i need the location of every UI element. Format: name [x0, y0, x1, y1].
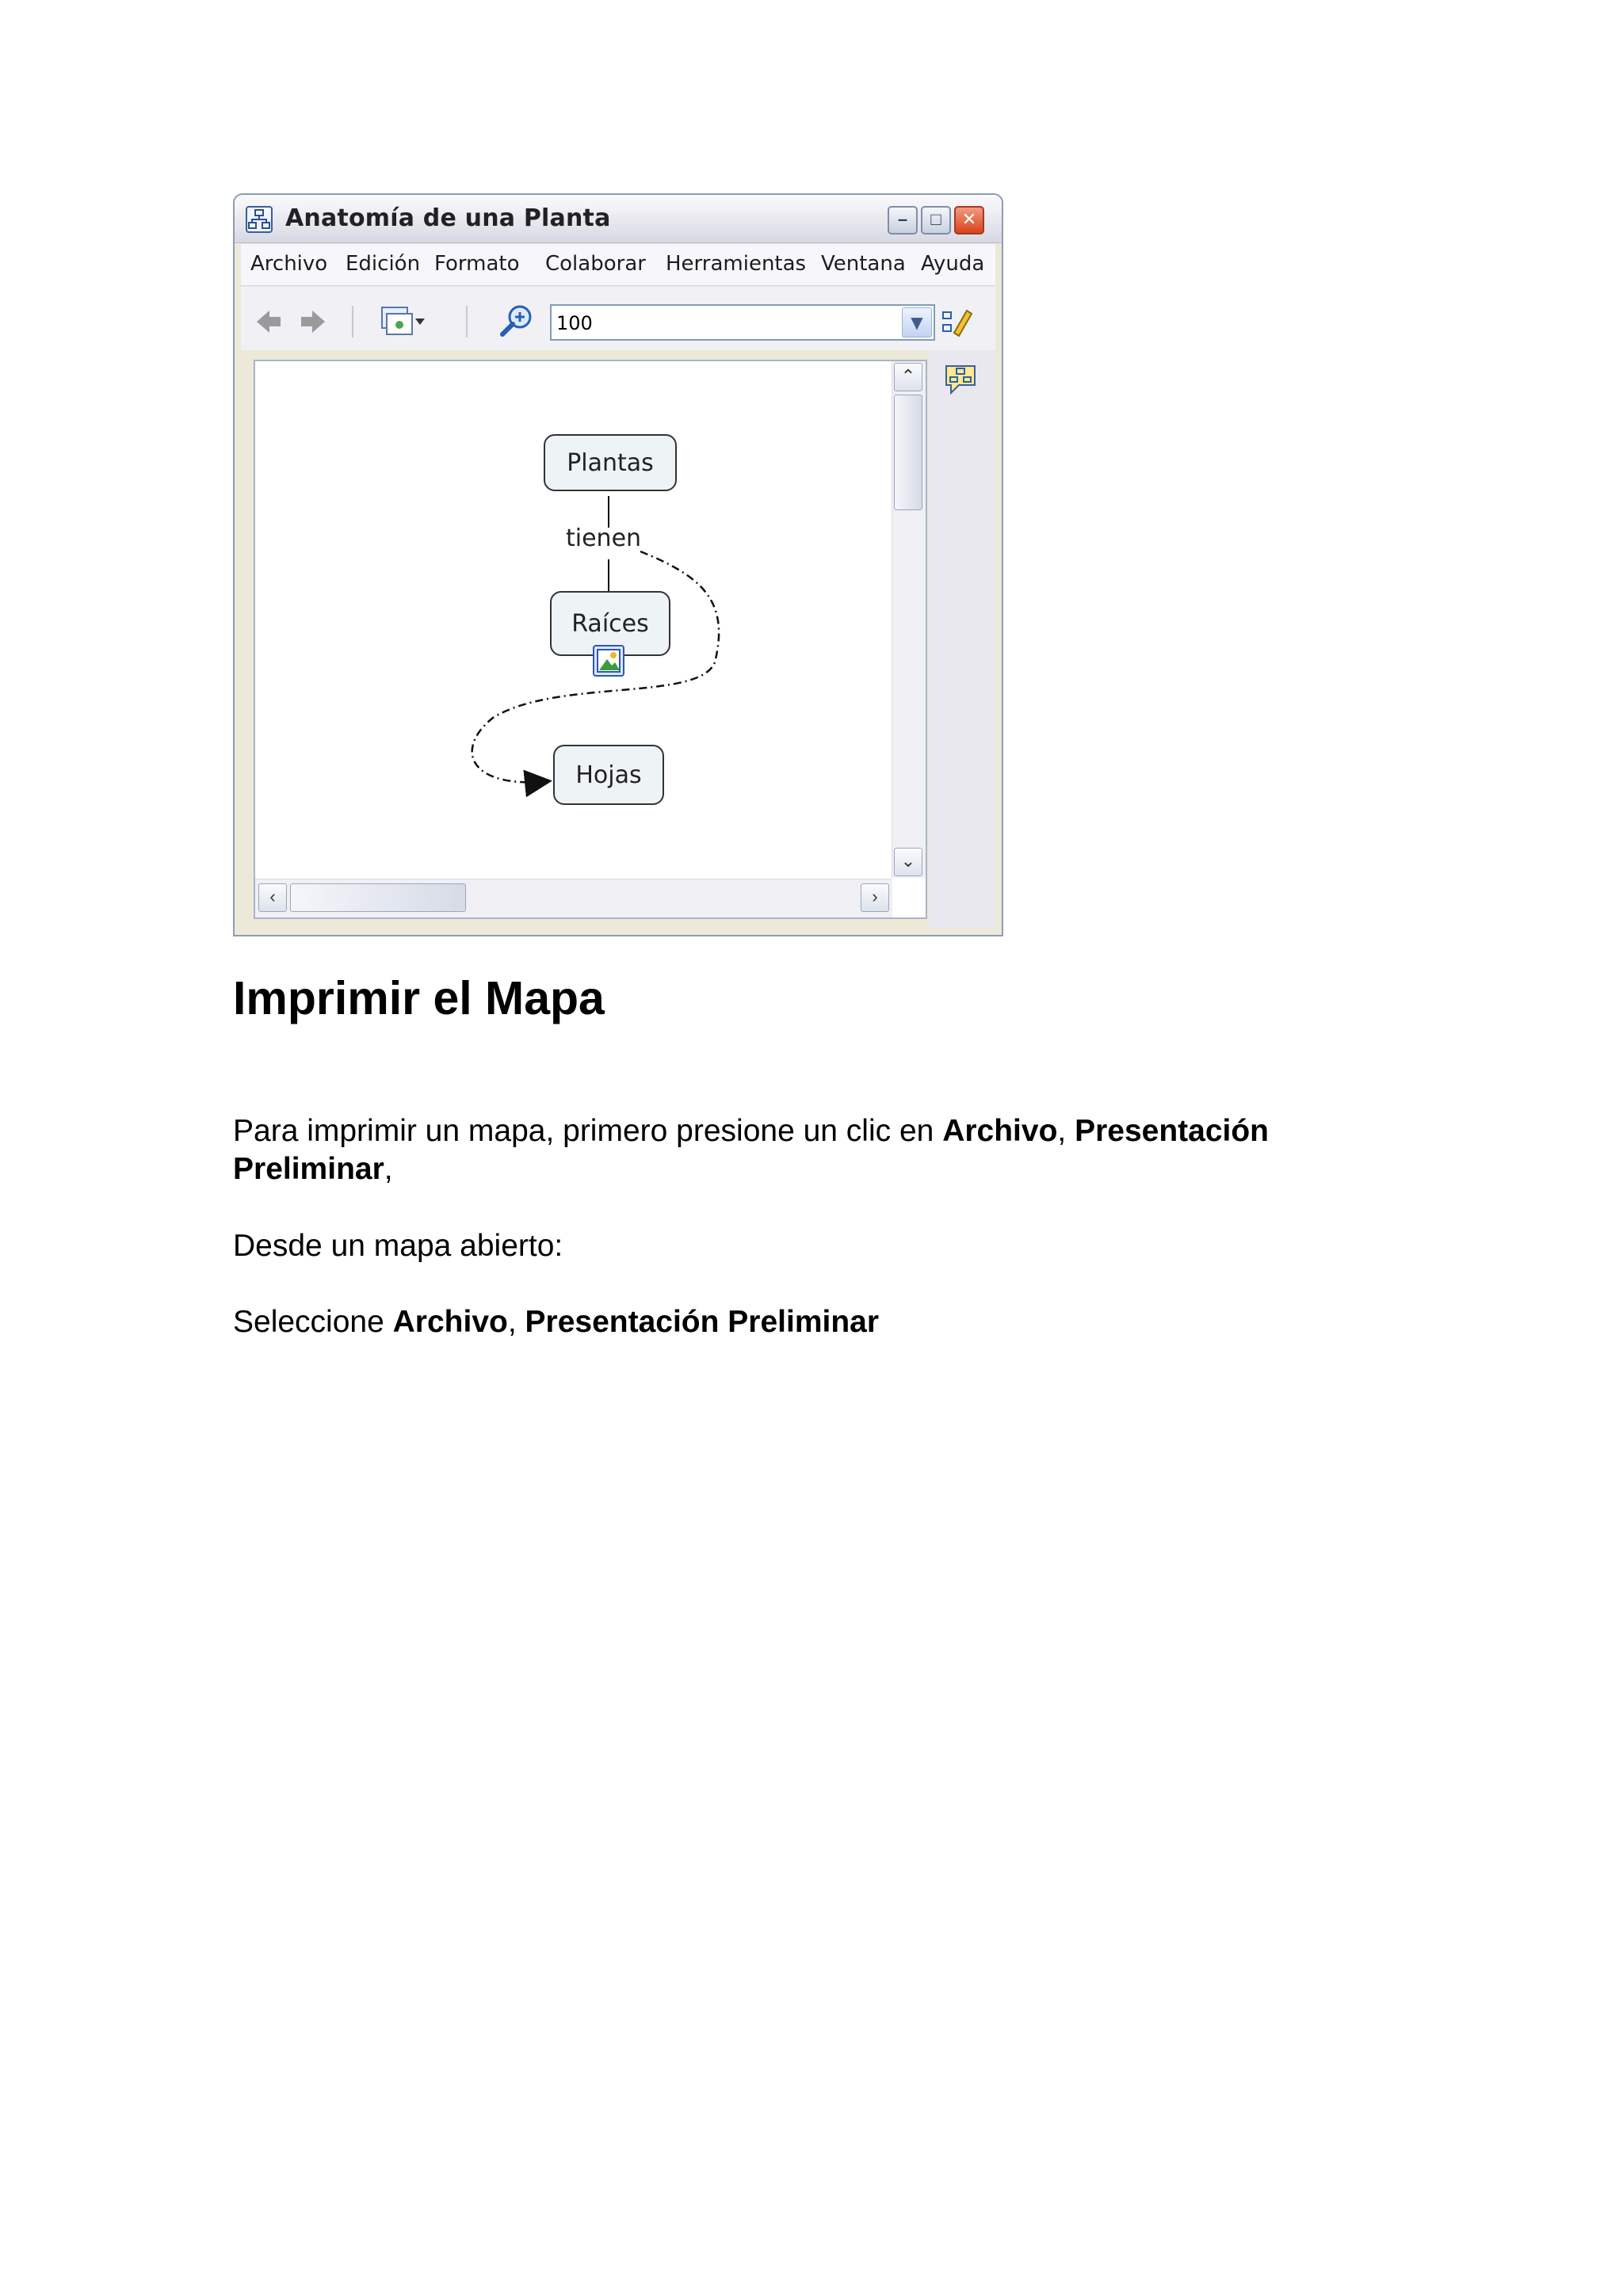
menu-edicion[interactable]: Edición — [346, 252, 420, 276]
paragraph-open-map: Desde un mapa abierto: — [233, 1229, 563, 1263]
scroll-up-icon[interactable]: ⌃ — [894, 363, 922, 391]
horizontal-scroll-thumb[interactable] — [290, 883, 466, 912]
toolbar-separator — [466, 306, 468, 338]
minimize-button[interactable]: – — [888, 206, 918, 235]
collaboration-icon[interactable] — [943, 361, 978, 400]
scroll-right-icon[interactable]: › — [861, 883, 889, 912]
side-panel — [929, 350, 995, 929]
maximize-button[interactable]: □ — [921, 206, 951, 235]
bold-archivo: Archivo — [392, 1305, 508, 1339]
bold-presentacion-preliminar: Presentación Preliminar — [525, 1305, 880, 1339]
zoom-combobox[interactable]: 100 ▼ — [550, 304, 935, 341]
cmap-window: Anatomía de una Planta – □ ✕ Archivo Edi… — [233, 193, 1003, 936]
menu-archivo[interactable]: Archivo — [250, 252, 327, 276]
scroll-down-icon[interactable]: ⌄ — [894, 848, 922, 876]
zoom-value: 100 — [556, 312, 593, 334]
concept-node-hojas[interactable]: Hojas — [553, 745, 664, 805]
paragraph-instructions: Para imprimir un mapa, primero presione … — [233, 1112, 1374, 1188]
view-options-icon[interactable] — [380, 304, 428, 345]
menu-colaborar[interactable]: Colaborar — [545, 252, 646, 276]
menu-ayuda[interactable]: Ayuda — [921, 252, 984, 276]
forward-arrow-icon[interactable] — [296, 306, 328, 343]
title-bar: Anatomía de una Planta – □ ✕ — [235, 195, 1002, 243]
scroll-left-icon[interactable]: ‹ — [258, 883, 287, 912]
toolbar-separator — [352, 306, 353, 338]
chevron-down-icon[interactable]: ▼ — [902, 307, 932, 338]
paragraph-select: Seleccione Archivo, Presentación Prelimi… — [233, 1303, 879, 1341]
menu-bar: Archivo Edición Formato Colaborar Herram… — [241, 244, 995, 286]
separator-comma: , — [1057, 1114, 1075, 1148]
app-icon — [246, 206, 273, 233]
bold-archivo: Archivo — [942, 1114, 1058, 1148]
paragraph-lead: Seleccione — [233, 1305, 393, 1339]
menu-herramientas[interactable]: Herramientas — [666, 252, 806, 276]
toolbar: 100 ▼ — [241, 287, 995, 350]
zoom-icon[interactable] — [498, 303, 536, 346]
vertical-scrollbar[interactable]: ⌃ ⌄ — [892, 361, 926, 878]
horizontal-scrollbar[interactable]: ‹ › — [255, 879, 892, 917]
vertical-scroll-thumb[interactable] — [894, 395, 922, 510]
back-arrow-icon[interactable] — [254, 306, 285, 343]
paragraph-lead: Para imprimir un mapa, primero presione … — [233, 1114, 943, 1148]
concept-node-plantas[interactable]: Plantas — [544, 434, 677, 491]
paragraph-tail: , — [384, 1152, 393, 1186]
section-heading: Imprimir el Mapa — [233, 972, 605, 1024]
close-button[interactable]: ✕ — [954, 206, 984, 235]
menu-formato[interactable]: Formato — [434, 252, 520, 276]
window-title: Anatomía de una Planta — [285, 204, 611, 232]
menu-ventana[interactable]: Ventana — [821, 252, 906, 276]
image-resource-icon[interactable] — [593, 645, 624, 677]
linking-phrase[interactable]: tienen — [566, 524, 641, 552]
separator-comma: , — [507, 1305, 525, 1339]
edit-map-icon[interactable] — [940, 304, 975, 345]
map-canvas[interactable]: Plantas tienen Raíces Hojas ⌃ ⌄ ‹ › — [254, 360, 927, 919]
